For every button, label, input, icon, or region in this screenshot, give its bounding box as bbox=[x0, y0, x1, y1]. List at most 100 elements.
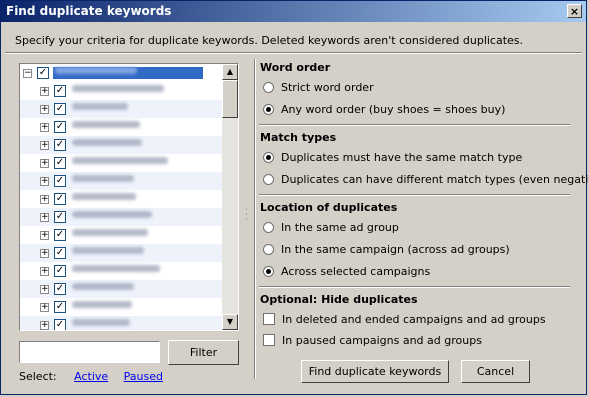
campaign-tree[interactable]: − ✓ + ✓ + ✓ + ✓ + ✓ + ✓ + ✓ + ✓ + ✓ + ✓ + ✓ + ✓ + ✓ + ✓ + ✓ ▲ ▼ bbox=[19, 63, 239, 331]
tree-row[interactable]: + ✓ bbox=[20, 208, 222, 226]
tree-row[interactable]: + ✓ bbox=[20, 298, 222, 316]
obscured-campaign-name bbox=[72, 85, 164, 92]
tree-checkbox[interactable]: ✓ bbox=[37, 67, 49, 79]
tree-row[interactable]: + ✓ bbox=[20, 118, 222, 136]
match-type-option[interactable]: Duplicates can have different match type… bbox=[263, 173, 589, 187]
scroll-thumb[interactable] bbox=[222, 80, 238, 118]
tree-checkbox[interactable]: ✓ bbox=[54, 265, 66, 277]
select-active-link[interactable]: Active bbox=[74, 370, 108, 383]
match-type-option[interactable]: Duplicates must have the same match type bbox=[263, 151, 522, 165]
expand-icon[interactable]: + bbox=[40, 123, 49, 132]
obscured-campaign-name bbox=[72, 211, 152, 218]
obscured-campaign-name bbox=[72, 265, 160, 272]
tree-row[interactable]: + ✓ bbox=[20, 172, 222, 190]
obscured-campaign-name bbox=[72, 139, 142, 146]
select-label: Select: bbox=[19, 370, 57, 383]
obscured-campaign-name bbox=[72, 301, 132, 308]
obscured-campaign-name bbox=[72, 103, 128, 110]
radio-icon[interactable] bbox=[263, 104, 274, 115]
panel-splitter[interactable] bbox=[254, 59, 256, 379]
match-types-title: Match types bbox=[260, 131, 337, 144]
obscured-campaign-name bbox=[72, 121, 140, 128]
tree-row[interactable]: + ✓ bbox=[20, 154, 222, 172]
title-bar: Find duplicate keywords × bbox=[1, 1, 586, 22]
cancel-button[interactable]: Cancel bbox=[461, 360, 530, 383]
obscured-campaign-name bbox=[72, 229, 148, 236]
obscured-campaign-name bbox=[72, 283, 134, 290]
expand-icon[interactable]: + bbox=[40, 195, 49, 204]
tree-checkbox[interactable]: ✓ bbox=[54, 103, 66, 115]
obscured-campaign-name bbox=[72, 157, 168, 164]
tree-checkbox[interactable]: ✓ bbox=[54, 247, 66, 259]
tree-row[interactable]: + ✓ bbox=[20, 316, 222, 330]
select-paused-link[interactable]: Paused bbox=[124, 370, 163, 383]
location-option[interactable]: In the same ad group bbox=[263, 221, 399, 235]
tree-root-row[interactable]: − ✓ bbox=[20, 64, 222, 82]
scroll-up-icon[interactable]: ▲ bbox=[222, 64, 238, 80]
tree-row[interactable]: + ✓ bbox=[20, 280, 222, 298]
section-divider bbox=[259, 286, 570, 288]
expand-icon[interactable]: + bbox=[40, 231, 49, 240]
word-order-title: Word order bbox=[260, 61, 331, 74]
select-row: Select: Active Paused bbox=[19, 370, 163, 383]
tree-row[interactable]: + ✓ bbox=[20, 190, 222, 208]
checkbox-icon[interactable] bbox=[263, 313, 275, 325]
tree-checkbox[interactable]: ✓ bbox=[54, 319, 66, 330]
tree-checkbox[interactable]: ✓ bbox=[54, 211, 66, 223]
obscured-campaign-name bbox=[55, 67, 137, 74]
location-option[interactable]: Across selected campaigns bbox=[263, 265, 430, 279]
radio-icon[interactable] bbox=[263, 174, 274, 185]
tree-checkbox[interactable]: ✓ bbox=[54, 157, 66, 169]
expand-icon[interactable]: + bbox=[40, 303, 49, 312]
obscured-campaign-name bbox=[72, 175, 134, 182]
expand-icon[interactable]: + bbox=[40, 159, 49, 168]
instruction-text: Specify your criteria for duplicate keyw… bbox=[15, 34, 524, 47]
location-title: Location of duplicates bbox=[260, 201, 398, 214]
expand-icon[interactable]: + bbox=[40, 87, 49, 96]
hide-deleted-checkbox[interactable]: In deleted and ended campaigns and ad gr… bbox=[263, 313, 546, 327]
expand-icon[interactable]: + bbox=[40, 285, 49, 294]
header-divider bbox=[5, 52, 582, 54]
expand-icon[interactable]: + bbox=[40, 321, 49, 330]
filter-input[interactable] bbox=[19, 341, 160, 363]
word-order-option[interactable]: Any word order (buy shoes = shoes buy) bbox=[263, 103, 505, 117]
radio-icon[interactable] bbox=[263, 266, 274, 277]
tree-row[interactable]: + ✓ bbox=[20, 100, 222, 118]
close-button[interactable]: × bbox=[567, 4, 582, 18]
tree-checkbox[interactable]: ✓ bbox=[54, 85, 66, 97]
radio-icon[interactable] bbox=[263, 222, 274, 233]
expand-icon[interactable]: + bbox=[40, 267, 49, 276]
expand-icon[interactable]: + bbox=[40, 141, 49, 150]
scroll-down-icon[interactable]: ▼ bbox=[222, 314, 238, 330]
word-order-option[interactable]: Strict word order bbox=[263, 81, 374, 95]
tree-row[interactable]: + ✓ bbox=[20, 82, 222, 100]
expand-icon[interactable]: + bbox=[40, 177, 49, 186]
tree-checkbox[interactable]: ✓ bbox=[54, 193, 66, 205]
find-duplicates-dialog: Find duplicate keywords × Specify your c… bbox=[0, 0, 589, 395]
splitter-grip-icon[interactable]: · · · bbox=[245, 206, 249, 225]
tree-checkbox[interactable]: ✓ bbox=[54, 283, 66, 295]
filter-button[interactable]: Filter bbox=[168, 340, 239, 365]
hide-paused-checkbox[interactable]: In paused campaigns and ad groups bbox=[263, 334, 482, 348]
tree-row[interactable]: + ✓ bbox=[20, 226, 222, 244]
expand-icon[interactable]: + bbox=[40, 249, 49, 258]
collapse-icon[interactable]: − bbox=[23, 69, 32, 78]
tree-scrollbar[interactable]: ▲ ▼ bbox=[222, 64, 238, 330]
tree-checkbox[interactable]: ✓ bbox=[54, 175, 66, 187]
radio-icon[interactable] bbox=[263, 82, 274, 93]
checkbox-icon[interactable] bbox=[263, 334, 275, 346]
tree-row[interactable]: + ✓ bbox=[20, 136, 222, 154]
expand-icon[interactable]: + bbox=[40, 105, 49, 114]
tree-checkbox[interactable]: ✓ bbox=[54, 301, 66, 313]
find-duplicates-button[interactable]: Find duplicate keywords bbox=[301, 360, 449, 383]
obscured-campaign-name bbox=[72, 247, 144, 254]
location-option[interactable]: In the same campaign (across ad groups) bbox=[263, 243, 510, 257]
tree-row[interactable]: + ✓ bbox=[20, 262, 222, 280]
expand-icon[interactable]: + bbox=[40, 213, 49, 222]
radio-icon[interactable] bbox=[263, 152, 274, 163]
tree-checkbox[interactable]: ✓ bbox=[54, 121, 66, 133]
tree-row[interactable]: + ✓ bbox=[20, 244, 222, 262]
tree-checkbox[interactable]: ✓ bbox=[54, 229, 66, 241]
tree-checkbox[interactable]: ✓ bbox=[54, 139, 66, 151]
radio-icon[interactable] bbox=[263, 244, 274, 255]
